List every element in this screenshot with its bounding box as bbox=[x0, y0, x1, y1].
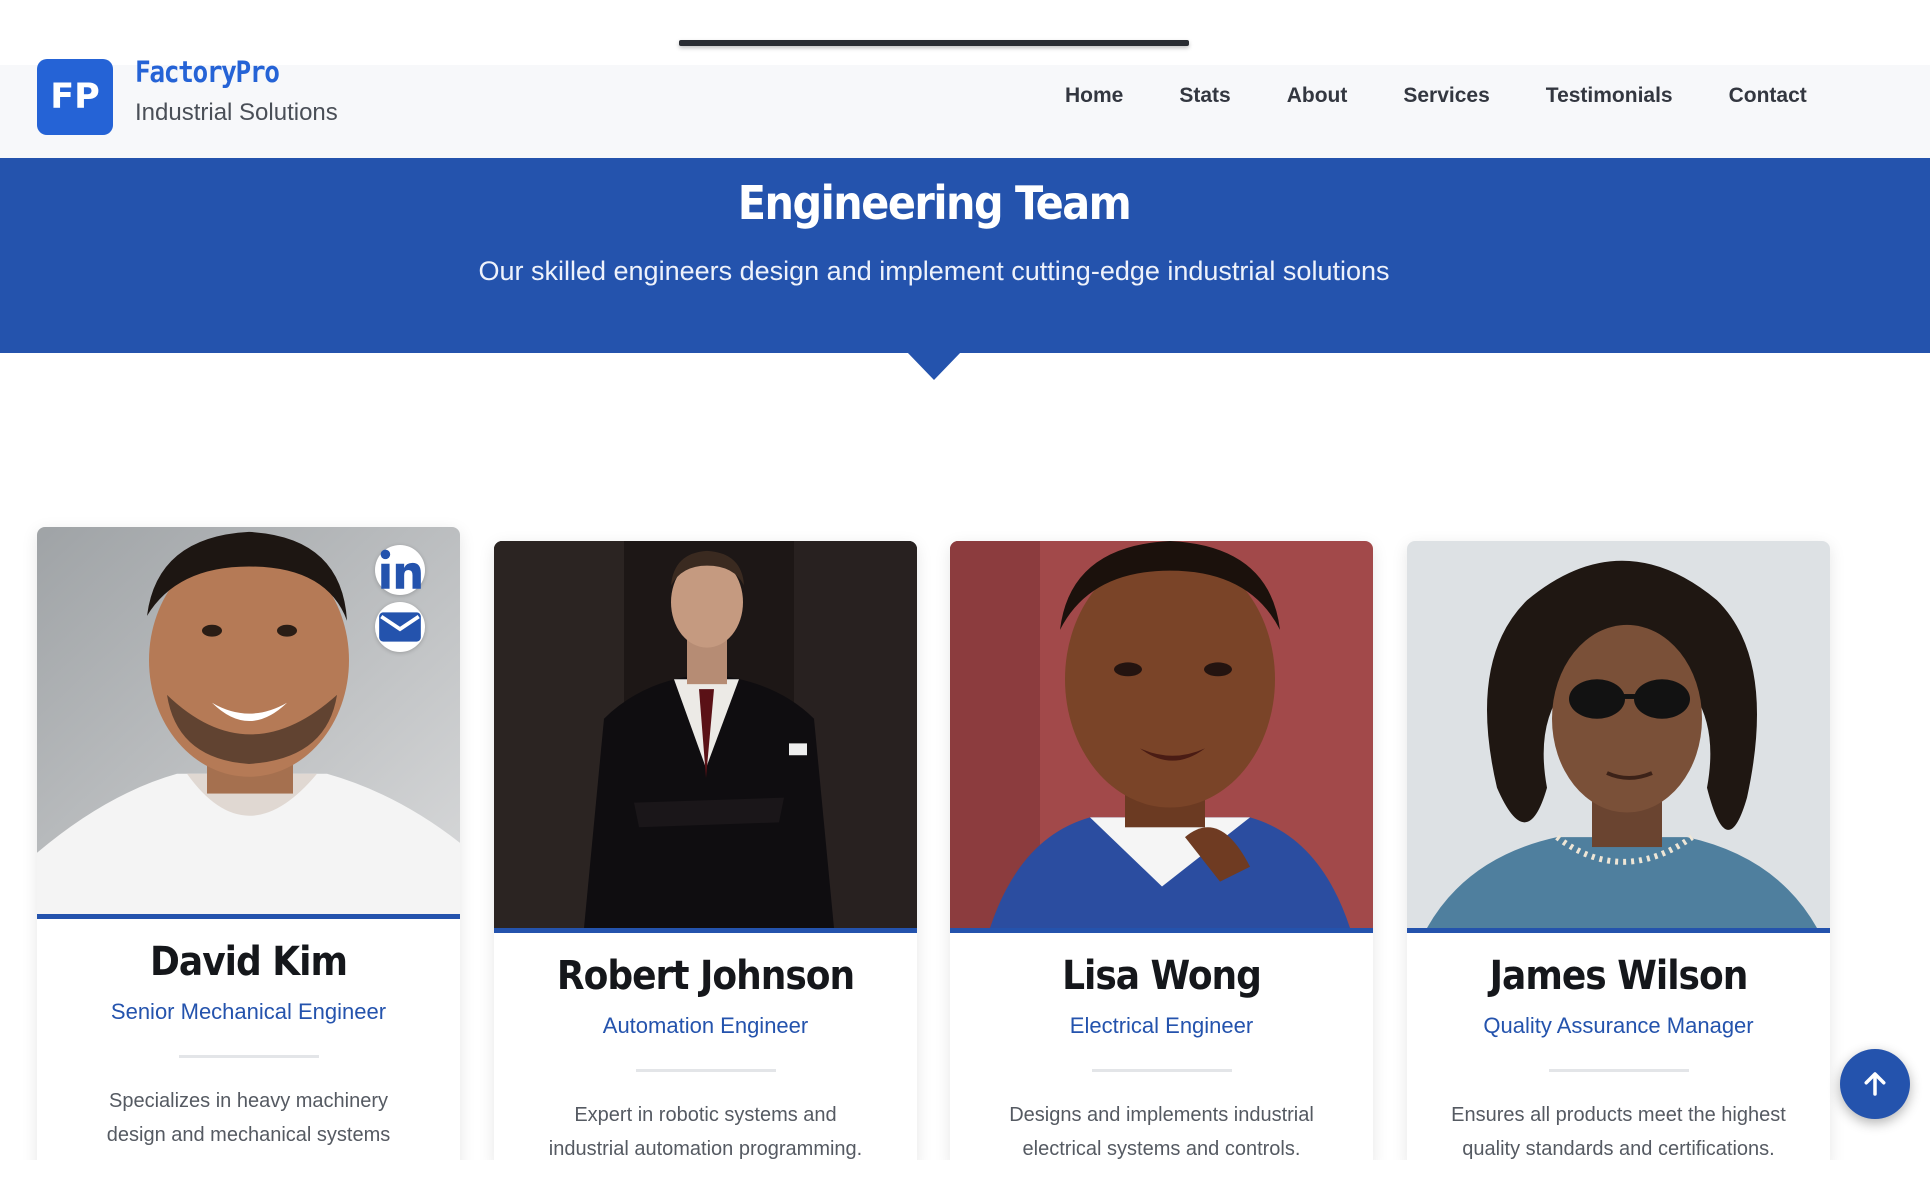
member-bio: Expert in robotic systems and industrial… bbox=[548, 1104, 863, 1160]
nav-home[interactable]: Home bbox=[1065, 84, 1123, 108]
arrow-up-icon bbox=[1864, 1072, 1886, 1096]
linkedin-button[interactable] bbox=[375, 545, 425, 595]
page-subtitle: Our skilled engineers design and impleme… bbox=[478, 256, 1390, 286]
card-divider bbox=[178, 1055, 319, 1058]
team-card-james-wilson[interactable]: James Wilson Quality Assurance Manager E… bbox=[1407, 541, 1830, 1166]
member-name: David Kim bbox=[150, 939, 348, 985]
nav-stats[interactable]: Stats bbox=[1179, 84, 1230, 108]
member-name: Robert Johnson bbox=[556, 953, 855, 999]
scroll-progress-bar bbox=[679, 40, 1189, 46]
member-role: Automation Engineer bbox=[602, 1013, 809, 1038]
member-role: Senior Mechanical Engineer bbox=[110, 999, 387, 1024]
main-nav: Home Stats About Services Testimonials C… bbox=[1065, 84, 1807, 108]
team-photo bbox=[1407, 541, 1830, 933]
linkedin-icon bbox=[380, 549, 421, 589]
member-bio: Ensures all products meet the highest qu… bbox=[1451, 1104, 1786, 1160]
nav-contact[interactable]: Contact bbox=[1729, 84, 1807, 108]
card-divider bbox=[1091, 1069, 1232, 1072]
brand-tagline: Industrial Solutions bbox=[135, 99, 338, 126]
page: FP FactoryPro Industrial Solutions Home … bbox=[0, 0, 1930, 1200]
card-divider bbox=[1548, 1069, 1689, 1072]
portrait-image bbox=[1407, 541, 1830, 928]
member-role: Quality Assurance Manager bbox=[1483, 1013, 1754, 1038]
nav-services[interactable]: Services bbox=[1403, 84, 1489, 108]
member-role: Electrical Engineer bbox=[1069, 1013, 1254, 1038]
hero-notch bbox=[907, 352, 961, 380]
team-photo bbox=[37, 527, 460, 919]
team-card-robert-johnson[interactable]: Robert Johnson Automation Engineer Exper… bbox=[494, 541, 917, 1166]
nav-about[interactable]: About bbox=[1287, 84, 1348, 108]
viewport-bottom-edge bbox=[0, 1160, 1930, 1200]
member-name: James Wilson bbox=[1489, 953, 1749, 999]
team-card-david-kim[interactable]: David Kim Senior Mechanical Engineer Spe… bbox=[37, 527, 460, 1186]
brand-name[interactable]: FactoryPro bbox=[135, 55, 280, 89]
scroll-to-top-button[interactable] bbox=[1840, 1049, 1910, 1119]
email-button[interactable] bbox=[375, 602, 425, 652]
logo[interactable]: FP bbox=[37, 59, 113, 135]
team-photo bbox=[950, 541, 1373, 933]
envelope-icon bbox=[379, 612, 421, 642]
nav-testimonials[interactable]: Testimonials bbox=[1546, 84, 1673, 108]
portrait-image bbox=[950, 541, 1373, 928]
team-card-lisa-wong[interactable]: Lisa Wong Electrical Engineer Designs an… bbox=[950, 541, 1373, 1166]
card-divider bbox=[635, 1069, 776, 1072]
page-title: Engineering Team bbox=[737, 176, 1132, 230]
member-bio: Designs and implements industrial electr… bbox=[1009, 1104, 1314, 1160]
member-name: Lisa Wong bbox=[1062, 953, 1262, 999]
team-photo bbox=[494, 541, 917, 933]
portrait-image bbox=[494, 541, 917, 928]
